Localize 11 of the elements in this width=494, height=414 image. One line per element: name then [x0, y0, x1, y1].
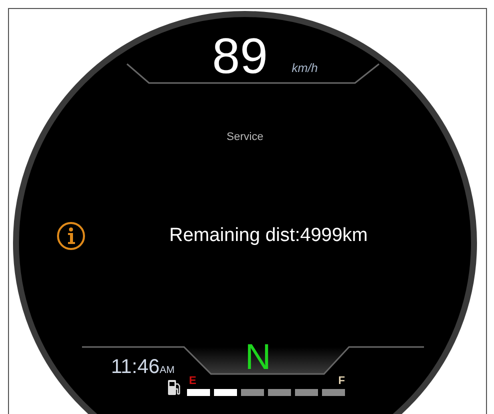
fuel-full-label: F	[338, 375, 345, 388]
clock-period: AM	[160, 366, 175, 376]
speed-value: 89	[212, 31, 268, 86]
gear-indicator: N	[245, 337, 271, 375]
fuel-pump-icon	[167, 378, 181, 396]
message-title: Service	[226, 130, 264, 145]
info-icon	[56, 221, 86, 251]
speed-unit: km/h	[292, 60, 318, 77]
message-text: Remaining dist:4999km	[169, 224, 368, 248]
clock-time: 11:46	[111, 357, 160, 377]
fuel-empty-label: E	[189, 375, 196, 388]
